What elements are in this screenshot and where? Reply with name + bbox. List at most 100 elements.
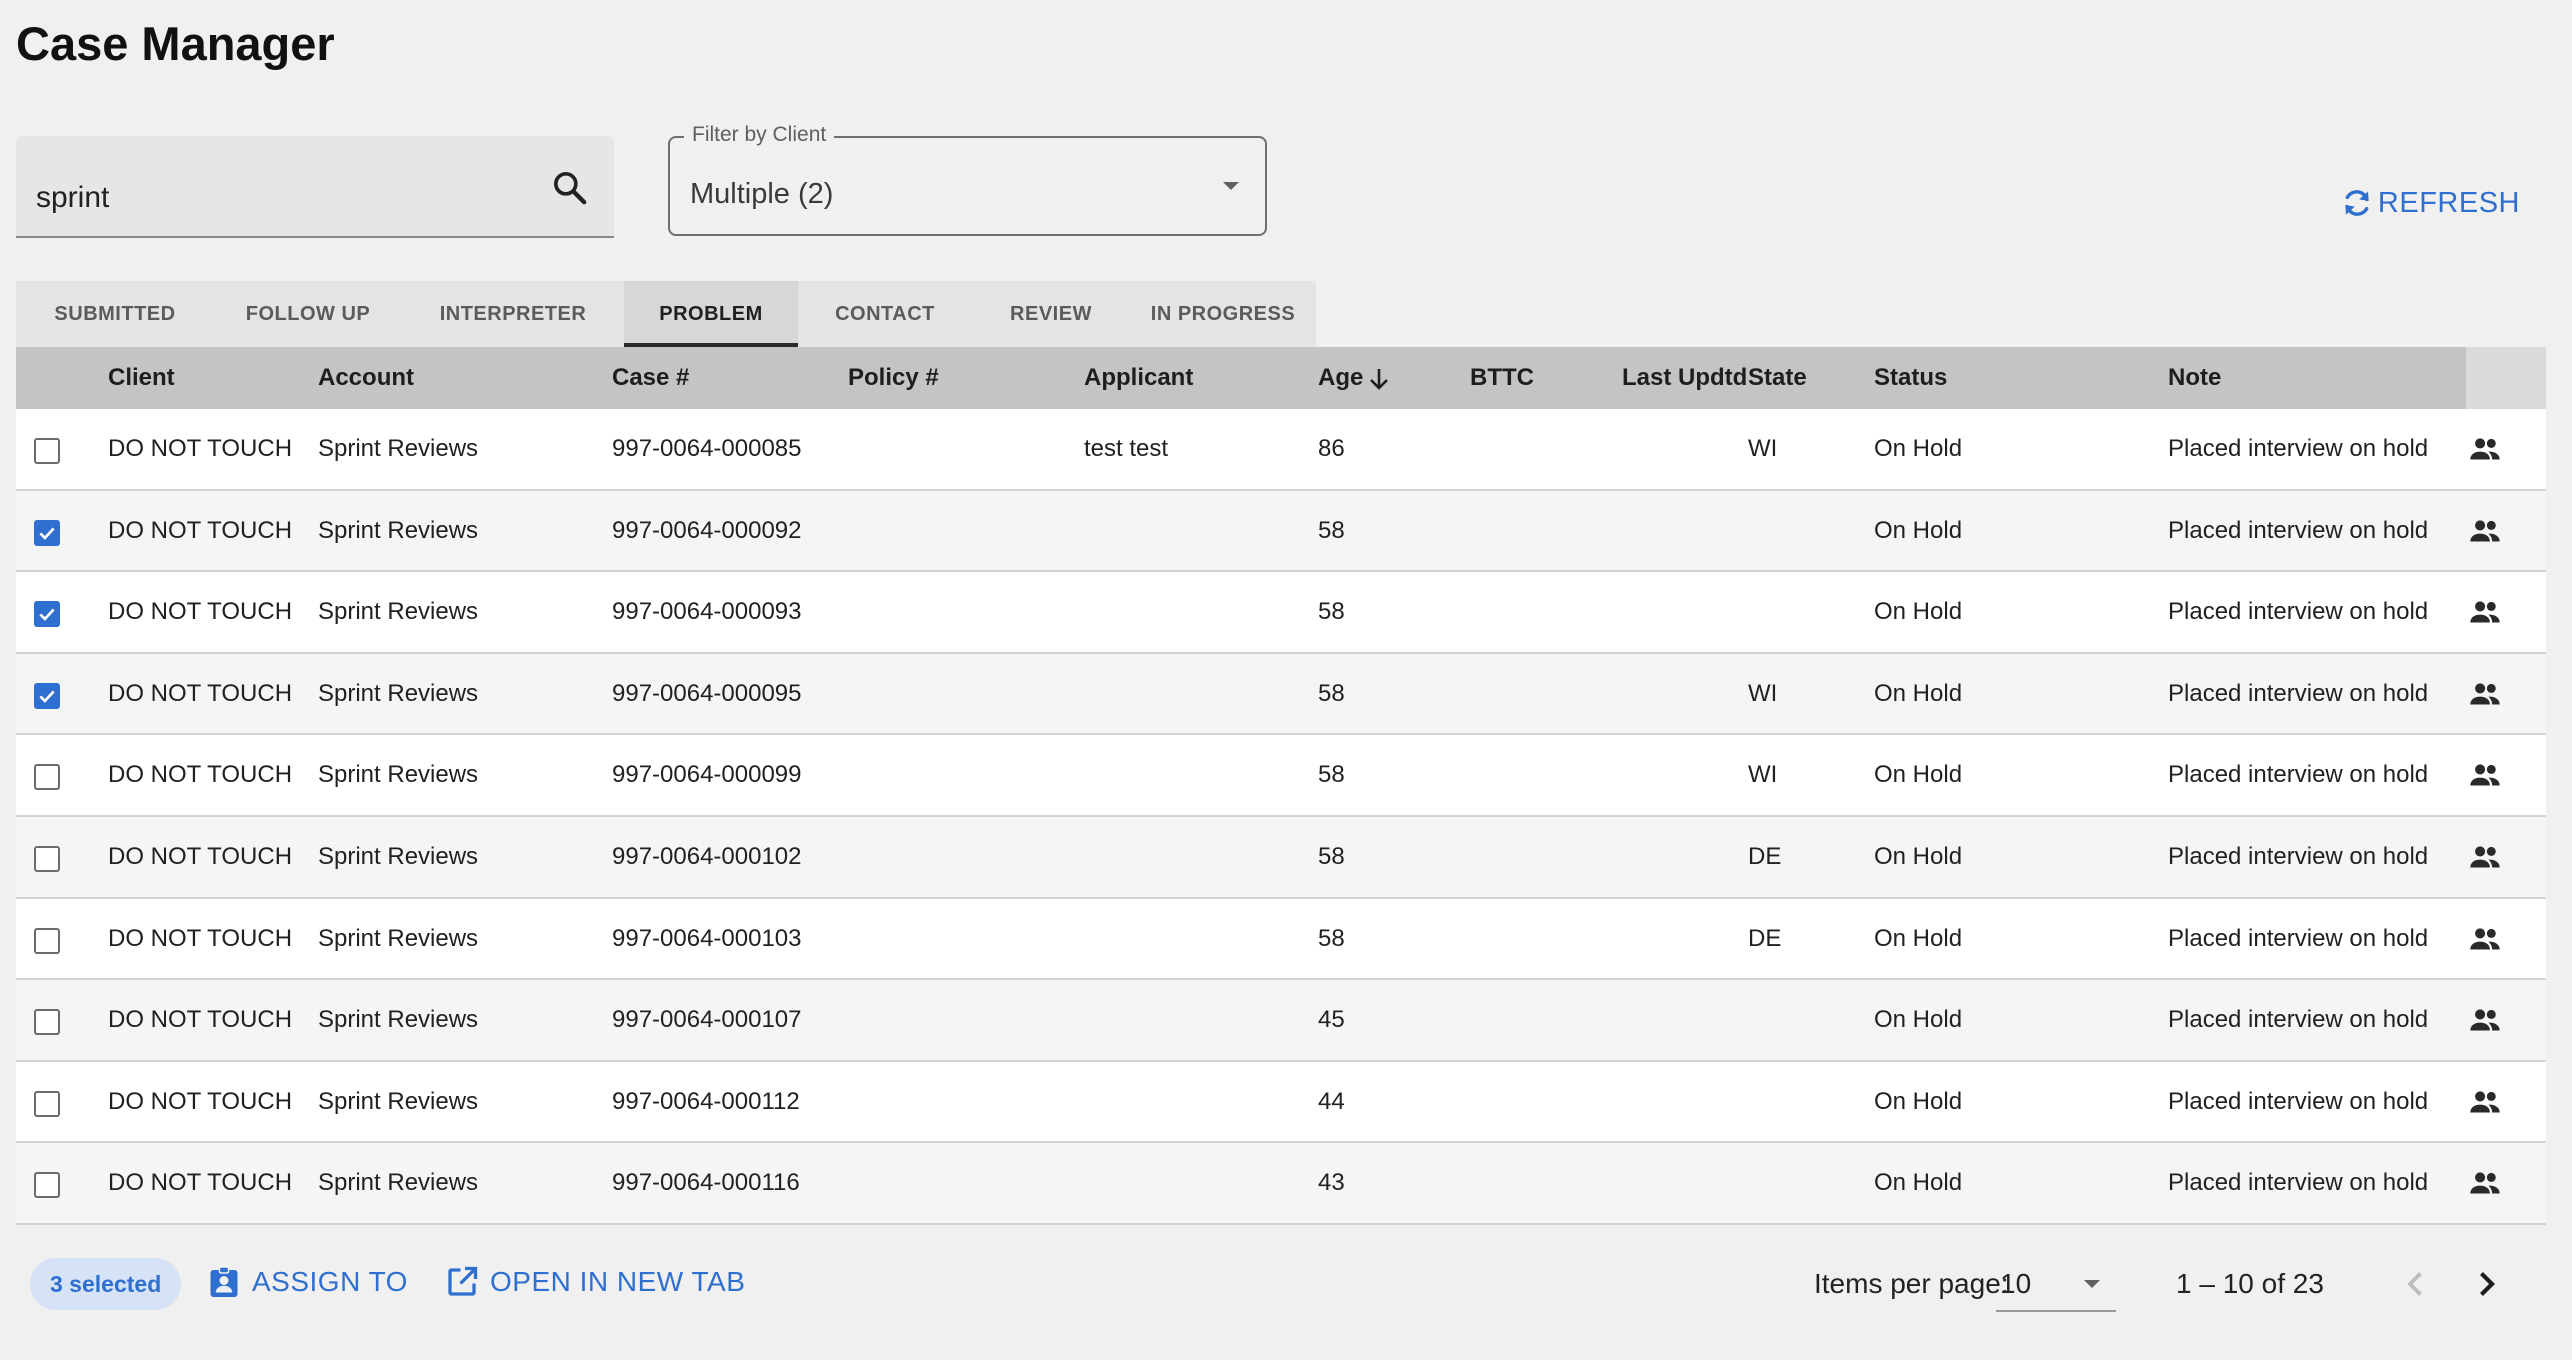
table-row[interactable]: DO NOT TOUCH Sprint Reviews 997-0064-00008… bbox=[16, 409, 2546, 491]
table-row[interactable]: DO NOT TOUCH Sprint Reviews 997-0064-00009… bbox=[16, 490, 2546, 573]
cell-client: DO NOT TOUCH bbox=[108, 761, 293, 789]
row-checkbox[interactable] bbox=[34, 764, 60, 791]
people-icon[interactable] bbox=[2468, 1169, 2502, 1197]
cell-note: Placed interview on hold bbox=[2168, 679, 2429, 707]
chevron-down-icon[interactable] bbox=[1223, 182, 1239, 190]
tab-follow-up[interactable]: FOLLOW UP bbox=[214, 281, 402, 347]
cell-case: 997-0064-000093 bbox=[612, 598, 802, 626]
table-row[interactable]: DO NOT TOUCH Sprint Reviews 997-0064-00011… bbox=[16, 1143, 2546, 1225]
cell-case: 997-0064-000095 bbox=[612, 679, 802, 707]
cell-state: DE bbox=[1748, 842, 1782, 870]
column-header-last-updated[interactable]: Last Updtd bbox=[1622, 347, 1747, 409]
row-checkbox[interactable] bbox=[34, 927, 60, 954]
tab-interpreter[interactable]: INTERPRETER bbox=[402, 281, 624, 347]
cell-state: WI bbox=[1748, 761, 1778, 789]
cell-status: On Hold bbox=[1874, 1169, 1963, 1197]
search-field[interactable] bbox=[16, 136, 614, 238]
people-icon[interactable] bbox=[2468, 925, 2502, 953]
people-icon[interactable] bbox=[2468, 843, 2502, 871]
people-icon[interactable] bbox=[2468, 761, 2502, 789]
cell-client: DO NOT TOUCH bbox=[108, 924, 293, 952]
cell-case: 997-0064-000102 bbox=[612, 842, 802, 870]
cell-account: Sprint Reviews bbox=[318, 924, 479, 952]
column-header-age-label: Age bbox=[1318, 364, 1364, 391]
cell-age: 58 bbox=[1318, 842, 1345, 870]
items-per-page-select[interactable]: 10 bbox=[1996, 1252, 2116, 1312]
table-row[interactable]: DO NOT TOUCH Sprint Reviews 997-0064-00009… bbox=[16, 735, 2546, 817]
table-row[interactable]: DO NOT TOUCH Sprint Reviews 997-0064-00010… bbox=[16, 816, 2546, 899]
people-icon[interactable] bbox=[2468, 1006, 2502, 1034]
table-row[interactable]: DO NOT TOUCH Sprint Reviews 997-0064-00011… bbox=[16, 1061, 2546, 1144]
assignment-ind-icon bbox=[210, 1266, 238, 1297]
cell-age: 45 bbox=[1318, 1006, 1345, 1034]
cell-client: DO NOT TOUCH bbox=[108, 516, 293, 544]
cell-status: On Hold bbox=[1874, 1006, 1963, 1034]
tab-problem[interactable]: PROBLEM bbox=[624, 281, 798, 347]
header-trailing-cell bbox=[2466, 347, 2546, 409]
people-icon[interactable] bbox=[2468, 598, 2502, 626]
row-checkbox[interactable] bbox=[34, 1009, 60, 1036]
status-tabs: SUBMITTED FOLLOW UP INTERPRETER PROBLEM … bbox=[16, 281, 1316, 347]
table-row[interactable]: DO NOT TOUCH Sprint Reviews 997-0064-00010… bbox=[16, 980, 2546, 1062]
people-icon[interactable] bbox=[2468, 517, 2502, 545]
tab-review[interactable]: REVIEW bbox=[972, 281, 1130, 347]
row-checkbox[interactable] bbox=[34, 1172, 60, 1199]
cases-table: Client Account Case # Policy # Applicant… bbox=[16, 347, 2546, 1225]
chevron-right-icon[interactable] bbox=[2468, 1266, 2504, 1302]
assign-to-button[interactable]: ASSIGN TO bbox=[206, 1264, 408, 1300]
row-checkbox[interactable] bbox=[34, 1090, 60, 1117]
refresh-label: REFRESH bbox=[2377, 186, 2520, 219]
row-checkbox[interactable] bbox=[34, 601, 60, 628]
column-header-account[interactable]: Account bbox=[318, 347, 414, 409]
cell-client: DO NOT TOUCH bbox=[108, 679, 293, 707]
cell-case: 997-0064-000099 bbox=[612, 761, 802, 789]
table-body: DO NOT TOUCH Sprint Reviews 997-0064-00008… bbox=[16, 409, 2546, 1225]
cell-account: Sprint Reviews bbox=[318, 598, 479, 626]
tab-contact[interactable]: CONTACT bbox=[798, 281, 972, 347]
row-checkbox[interactable] bbox=[34, 682, 60, 709]
column-header-applicant[interactable]: Applicant bbox=[1084, 347, 1193, 409]
column-header-policy[interactable]: Policy # bbox=[848, 347, 939, 409]
cell-account: Sprint Reviews bbox=[318, 1087, 479, 1115]
people-icon[interactable] bbox=[2468, 680, 2502, 708]
chevron-left-icon[interactable] bbox=[2398, 1266, 2434, 1302]
open-in-new-icon bbox=[448, 1266, 478, 1296]
row-checkbox[interactable] bbox=[34, 519, 60, 546]
client-filter-select[interactable]: Filter by Client Multiple (2) bbox=[668, 123, 1267, 236]
column-header-note[interactable]: Note bbox=[2168, 347, 2221, 409]
cell-note: Placed interview on hold bbox=[2168, 1169, 2429, 1197]
people-icon[interactable] bbox=[2468, 435, 2502, 463]
table-row[interactable]: DO NOT TOUCH Sprint Reviews 997-0064-00009… bbox=[16, 572, 2546, 654]
cell-account: Sprint Reviews bbox=[318, 435, 479, 462]
refresh-button[interactable]: REFRESH bbox=[2340, 186, 2520, 220]
row-checkbox[interactable] bbox=[34, 845, 60, 872]
cell-account: Sprint Reviews bbox=[318, 761, 479, 789]
column-header-bttc[interactable]: BTTC bbox=[1470, 347, 1534, 409]
table-row[interactable]: DO NOT TOUCH Sprint Reviews 997-0064-00009… bbox=[16, 653, 2546, 736]
cell-status: On Hold bbox=[1874, 842, 1963, 870]
cell-age: 58 bbox=[1318, 516, 1345, 544]
cell-client: DO NOT TOUCH bbox=[108, 1169, 293, 1197]
table-header: Client Account Case # Policy # Applicant… bbox=[16, 347, 2546, 409]
column-header-client[interactable]: Client bbox=[108, 347, 175, 409]
row-checkbox[interactable] bbox=[34, 438, 60, 464]
refresh-icon bbox=[2345, 190, 2369, 216]
search-icon[interactable] bbox=[550, 168, 590, 208]
column-header-state[interactable]: State bbox=[1748, 347, 1807, 409]
tab-submitted[interactable]: SUBMITTED bbox=[16, 281, 214, 347]
case-manager-page: Case Manager Filter by Client Multiple (… bbox=[0, 0, 2572, 1360]
pagination-range: 1 – 10 of 23 bbox=[2176, 1268, 2324, 1299]
column-header-case[interactable]: Case # bbox=[612, 347, 689, 409]
checkmark-icon bbox=[39, 690, 55, 703]
cell-age: 58 bbox=[1318, 761, 1345, 789]
column-header-age[interactable]: Age bbox=[1318, 347, 1391, 409]
search-input[interactable] bbox=[36, 176, 516, 220]
cell-status: On Hold bbox=[1874, 516, 1963, 544]
tab-in-progress[interactable]: IN PROGRESS bbox=[1130, 281, 1316, 347]
column-header-status[interactable]: Status bbox=[1874, 347, 1947, 409]
cell-client: DO NOT TOUCH bbox=[108, 598, 293, 626]
open-in-new-tab-button[interactable]: OPEN IN NEW TAB bbox=[444, 1264, 745, 1300]
table-row[interactable]: DO NOT TOUCH Sprint Reviews 997-0064-00010… bbox=[16, 898, 2546, 981]
cell-client: DO NOT TOUCH bbox=[108, 1087, 293, 1115]
people-icon[interactable] bbox=[2468, 1088, 2502, 1116]
